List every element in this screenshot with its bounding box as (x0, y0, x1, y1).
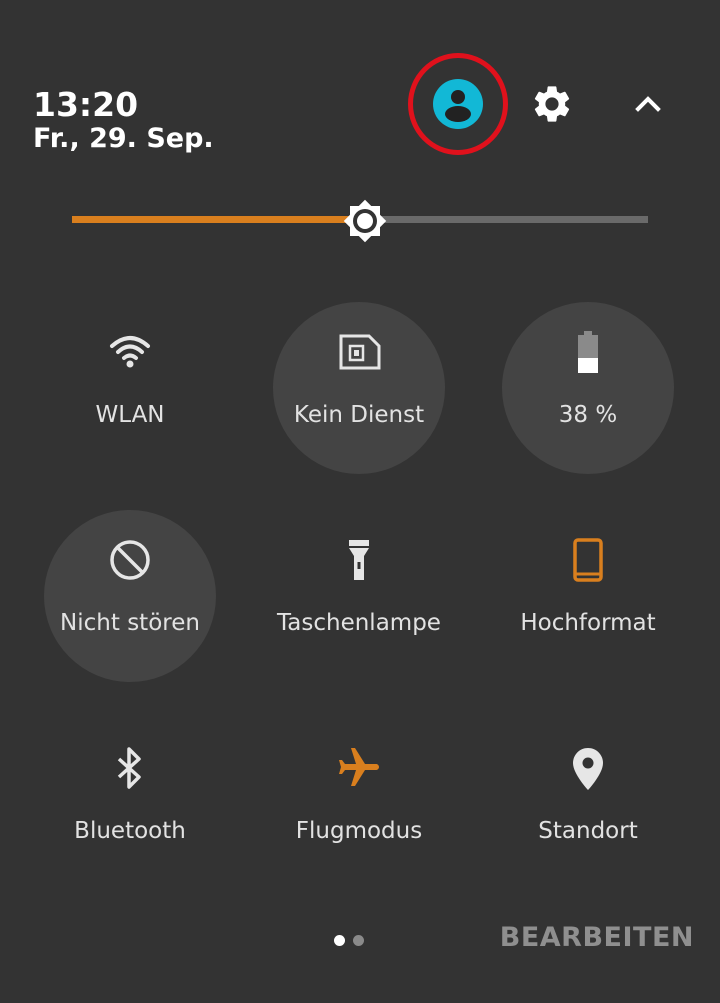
edit-button[interactable]: BEARBEITEN (500, 920, 694, 956)
do-not-disturb-icon (106, 536, 154, 584)
tile-label: Bluetooth (74, 818, 186, 844)
tile-label: Taschenlampe (277, 610, 441, 636)
tile-bluetooth[interactable]: Bluetooth (44, 718, 216, 890)
tile-battery[interactable]: 38 % (502, 302, 674, 474)
date-label: Fr., 29. Sep. (33, 123, 214, 154)
tile-wifi[interactable]: WLAN (44, 302, 216, 474)
tile-location-pin[interactable]: Standort (502, 718, 674, 890)
wifi-icon (106, 328, 154, 376)
account-circle-icon (433, 79, 483, 129)
airplane-icon (335, 744, 383, 792)
tile-label: Nicht stören (60, 610, 200, 636)
user-account-button[interactable] (408, 53, 508, 155)
brightness-slider-fill (72, 216, 366, 223)
tile-portrait-phone[interactable]: Hochformat (502, 510, 674, 682)
settings-button[interactable] (530, 82, 574, 126)
page-dot (353, 935, 364, 946)
brightness-icon (343, 199, 387, 243)
collapse-button[interactable] (632, 88, 664, 120)
tile-airplane[interactable]: Flugmodus (273, 718, 445, 890)
tile-sim-card[interactable]: Kein Dienst (273, 302, 445, 474)
gear-icon (534, 86, 570, 122)
location-pin-icon (564, 744, 612, 792)
tile-label: Hochformat (520, 610, 656, 636)
portrait-phone-icon (564, 536, 612, 584)
tile-label: 38 % (558, 402, 618, 428)
chevron-up-icon (635, 96, 661, 112)
tile-label: Standort (538, 818, 638, 844)
brightness-slider-thumb[interactable] (339, 195, 391, 247)
clock-time: 13:20 (33, 85, 139, 124)
tile-label: Flugmodus (295, 818, 423, 844)
page-indicator (334, 935, 364, 946)
page-dot (334, 935, 345, 946)
bluetooth-icon (106, 744, 154, 792)
sim-card-icon (335, 328, 383, 376)
battery-icon (564, 328, 612, 376)
flashlight-icon (335, 536, 383, 584)
tile-flashlight[interactable]: Taschenlampe (273, 510, 445, 682)
tile-do-not-disturb[interactable]: Nicht stören (44, 510, 216, 682)
tile-label: WLAN (95, 402, 165, 428)
tile-label: Kein Dienst (293, 402, 425, 428)
